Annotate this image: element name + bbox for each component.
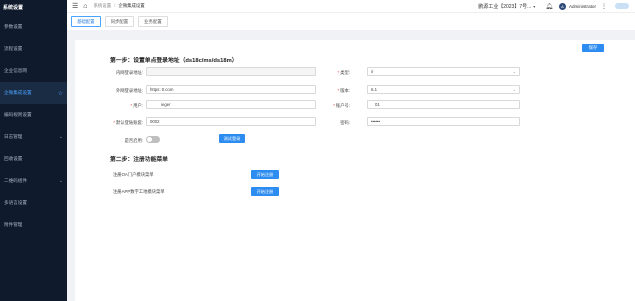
register-oa-button[interactable]: 开始注册 [251,170,279,179]
version-label: *版本: [337,88,350,93]
test-login-button[interactable]: 测试登录 [219,134,245,143]
sidebar-item[interactable]: 回收设置 [0,148,67,170]
star-icon[interactable]: ☆ [58,90,63,97]
account-input[interactable]: 01 [367,100,520,109]
chevron-down-icon: ▾ [533,3,536,9]
breadcrumb-root[interactable]: 系统设置 [94,3,112,8]
enable-toggle[interactable] [146,136,160,143]
step2-title: 第二步：注册功能菜单 [110,157,168,163]
intranet-url-input[interactable] [146,67,316,76]
factory-selector[interactable]: 鹏源工业【2023】7号... ▾ [478,3,535,10]
breadcrumb: 系统设置 / 企微集成设置 [93,3,145,8]
sidebar-item[interactable]: 参数设置 [0,16,67,38]
register-app-label: 注册APP数字工地模块菜单 [113,189,165,194]
chevron-down-icon: ⌄ [512,69,516,74]
login-count-input[interactable]: 0002 [146,117,316,126]
more-icon[interactable]: ⋮ [601,3,607,10]
sidebar-item[interactable]: 流程设置 [0,38,67,60]
toggle-knob [147,137,152,142]
register-oa-label: 注册OA门户模块菜单 [113,172,154,177]
tab-sync-config[interactable]: 同步配置 [104,16,135,27]
extranet-url-input[interactable]: https: 0.com [146,85,316,94]
tab-basic-config[interactable]: 基础配置 [71,16,101,27]
sidebar-item[interactable]: 二维码组件 ⌄ [0,170,67,192]
sidebar-item[interactable]: 编码规则设置 [0,104,67,126]
login-count-label: *默认登陆账套: [113,120,143,125]
chevron-down-icon: ⌄ [512,87,516,92]
app-title: 系统设置 [3,5,24,11]
account-label: *账户号: [333,103,350,108]
sidebar-item[interactable]: 企微集成设置 ☆ [0,82,67,104]
version-select[interactable]: 6.1 ⌄ [367,85,520,94]
sidebar-item-label: 回收设置 [4,156,23,161]
step1-title: 第一步：设置单点登录地址（ds18c/ms/ds18m） [110,58,238,64]
bell-icon[interactable]: 🔔︎ [545,3,553,10]
enable-label: 是否启用: [124,138,143,143]
config-panel: 保存 第一步：设置单点登录地址（ds18c/ms/ds18m） 内网登录地址: … [75,40,635,301]
tab-bar: 基础配置 同步配置 业务配置 [67,12,635,30]
extranet-label: 外网登录地址: [116,88,143,93]
password-label: 密码: [340,120,350,125]
sidebar-item-label: 参数设置 [4,24,23,29]
sidebar-item[interactable]: 多语言设置 [0,192,67,214]
user-name[interactable]: Administrator [569,4,596,9]
user-input[interactable]: ieger [146,100,316,109]
cloud-icon [615,3,629,9]
sidebar-item[interactable]: 附件管理 [0,214,67,236]
sidebar: 系统设置 参数设置流程设置企业信息网企微集成设置 ☆ 编码规则设置 日志管理 ⌄ 回收设置… [0,0,67,301]
register-app-button[interactable]: 开始注册 [251,187,279,196]
avatar[interactable]: A [558,2,566,10]
type-select[interactable]: ir ⌄ [367,67,520,76]
sidebar-item-label: 编码规则设置 [4,112,32,117]
sidebar-item-label: 二维码组件 [4,178,27,183]
intranet-label: 内网登录地址: [116,70,143,75]
type-label: *类型: [337,70,350,75]
sidebar-item-label: 多语言设置 [4,200,27,205]
chevron-down-icon: ⌄ [58,178,63,184]
sidebar-item-label: 附件管理 [4,222,23,227]
sidebar-item[interactable]: 日志管理 ⌄ [0,126,67,148]
save-button[interactable]: 保存 [582,44,604,52]
sidebar-item-label: 日志管理 [4,134,23,139]
menu-toggle-icon[interactable]: ☰ [72,2,78,10]
sidebar-item-label: 流程设置 [4,46,23,51]
sidebar-item-label: 企微集成设置 [4,90,32,95]
password-input[interactable]: •••••• [367,117,520,126]
user-label: *用户: [130,103,143,108]
sidebar-item[interactable]: 企业信息网 [0,60,67,82]
chevron-down-icon: ⌄ [58,134,63,140]
home-icon[interactable]: ⌂ [83,3,87,10]
sidebar-item-label: 企业信息网 [4,68,27,73]
breadcrumb-current: 企微集成设置 [118,3,145,8]
top-bar: ☰ ⌂ 系统设置 / 企微集成设置 鹏源工业【2023】7号... ▾ 🔔︎ A Ad… [67,0,635,12]
tab-business-config[interactable]: 业务配置 [138,16,168,27]
